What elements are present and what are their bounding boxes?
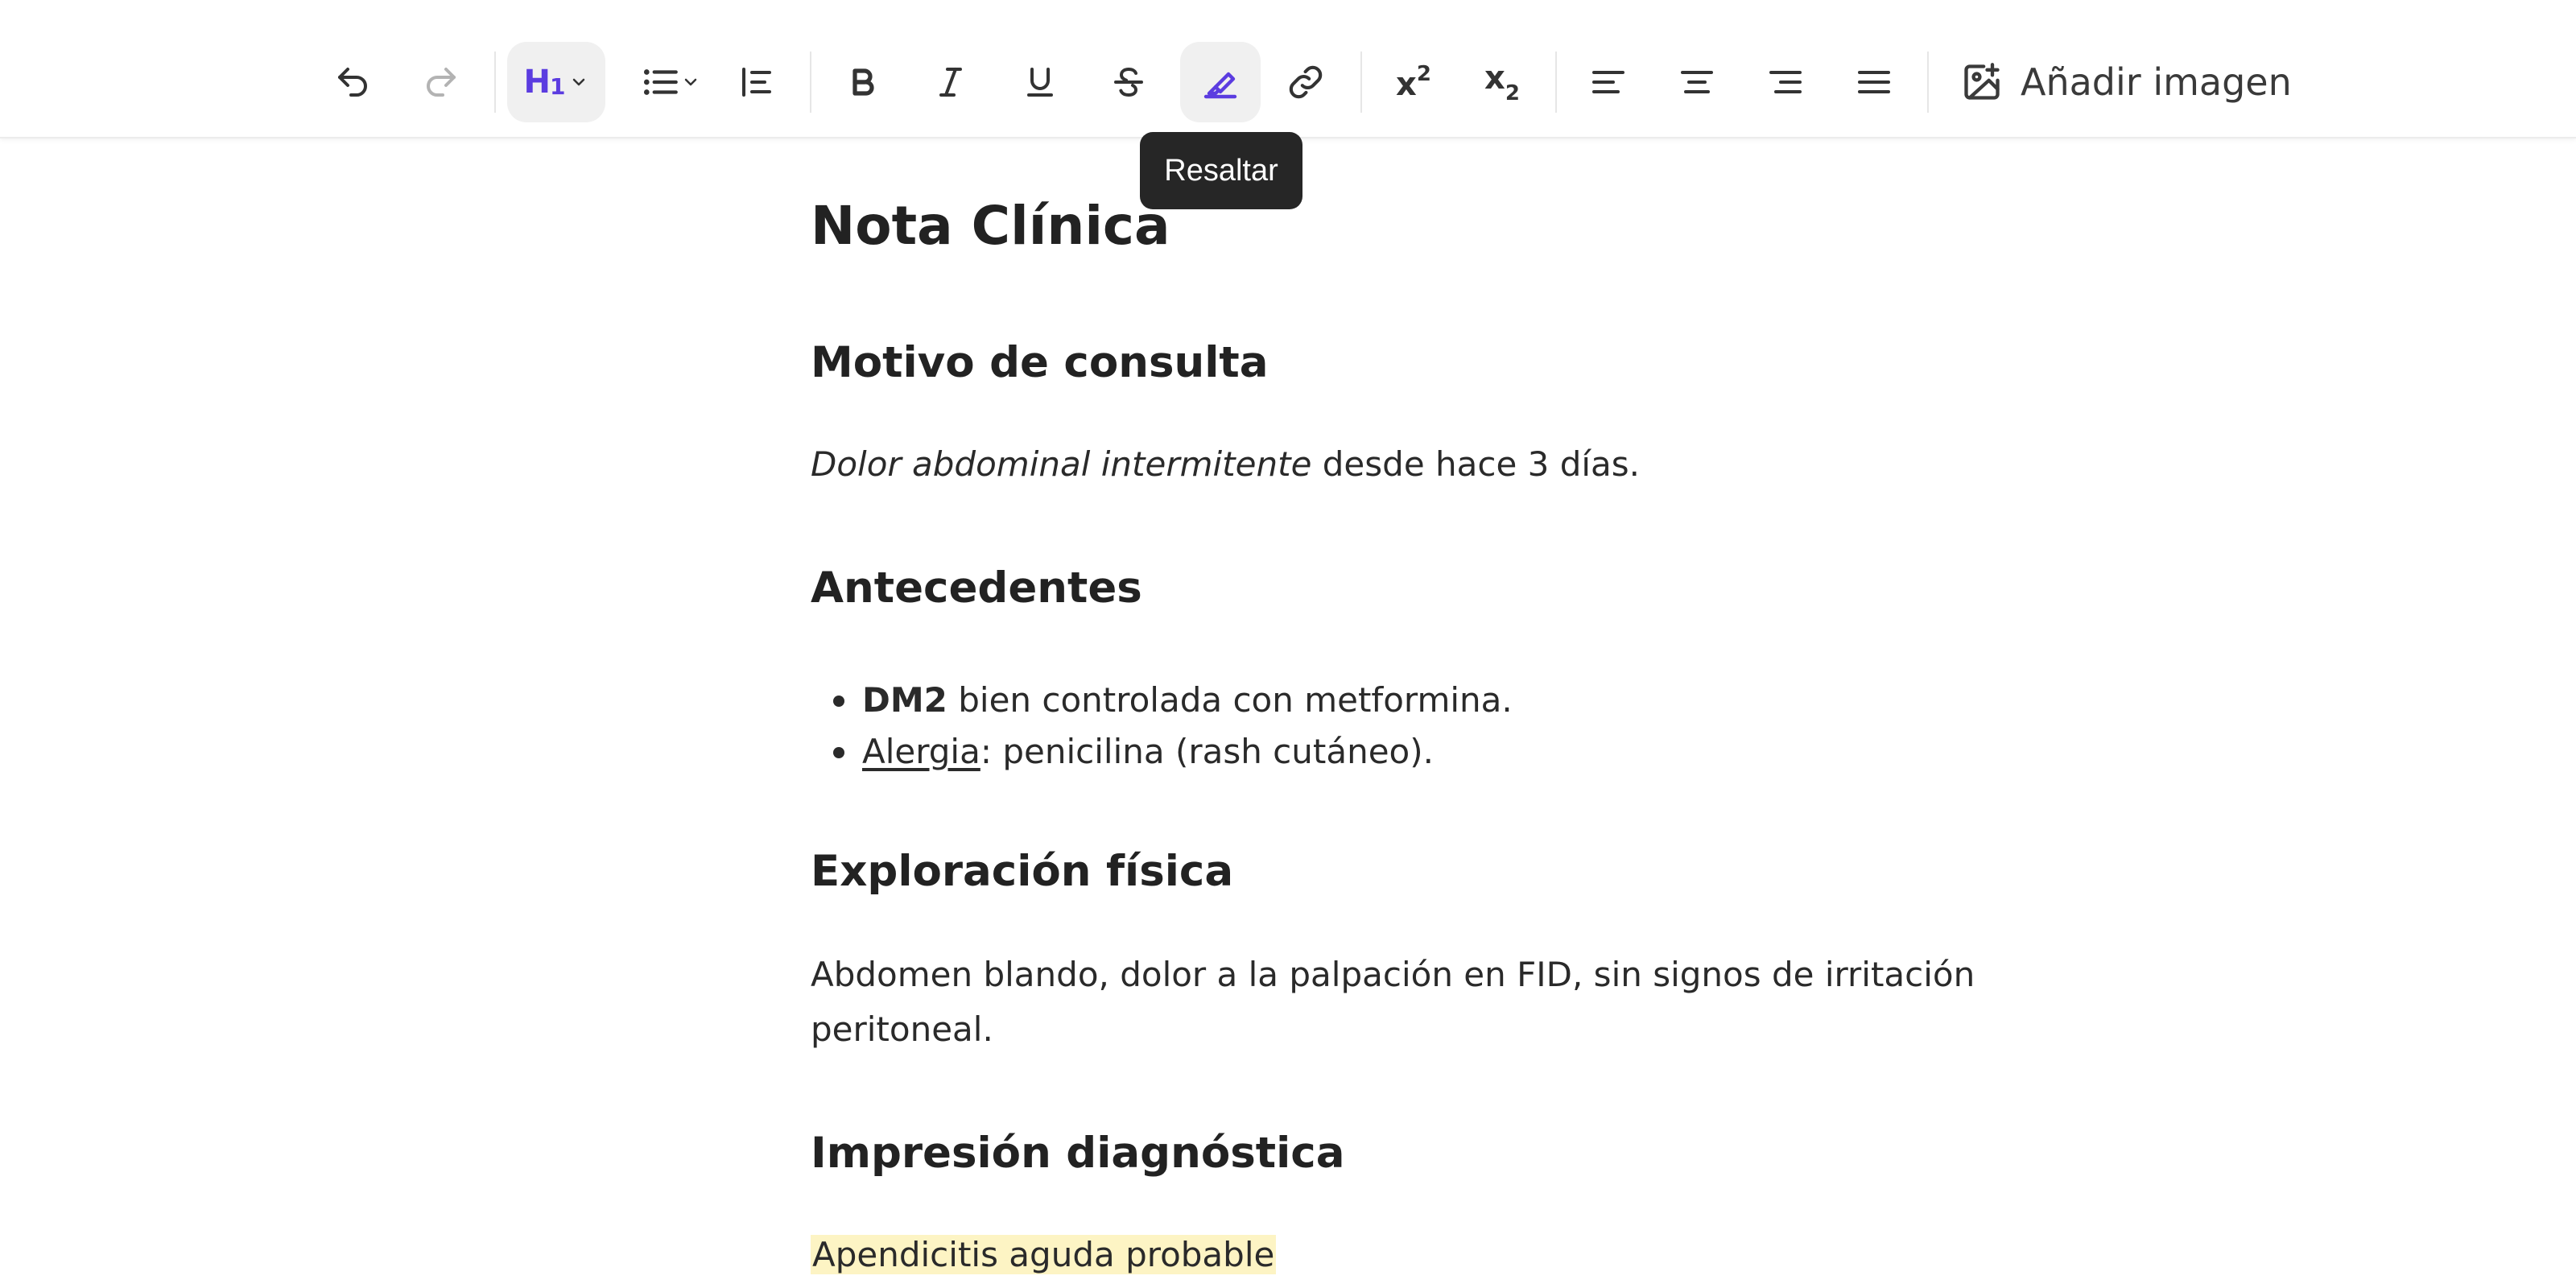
redo-button[interactable] [409,42,473,122]
highlighter-icon [1201,63,1240,101]
highlight-button[interactable] [1180,42,1261,122]
undo-button[interactable] [320,42,385,122]
align-justify-button[interactable] [1842,42,1906,122]
subscript-button[interactable]: x2 [1470,42,1534,122]
section-heading-exploracion: Exploración física [811,847,1234,896]
link-icon [1286,62,1326,102]
highlighted-text: Apendicitis aguda probable [811,1235,1277,1274]
toolbar-separator [1555,52,1557,113]
align-left-icon [1589,63,1628,101]
add-image-label: Añadir imagen [2021,60,2292,104]
bold-text: DM2 [862,680,947,720]
redo-icon [422,63,460,101]
image-plus-icon [1961,61,2003,103]
list-item: Alergia: penicilina (rash cutáneo). [811,726,1513,778]
section-heading-impresion: Impresión diagnóstica [811,1129,1345,1178]
section-heading-motivo: Motivo de consulta [811,338,1269,387]
bold-icon [844,63,882,101]
align-left-button[interactable] [1576,42,1641,122]
chevron-down-icon [681,72,700,92]
chevron-down-icon [569,72,588,92]
blockquote-icon [737,63,776,101]
align-justify-icon [1855,63,1893,101]
heading-level-label: H1 [523,64,566,101]
editor-toolbar: H1 x2 x2 Añadir imagen [0,0,2576,138]
antecedentes-list: DM2 bien controlada con metformina. Aler… [811,675,1513,778]
italic-icon [931,63,970,101]
blockquote-button[interactable] [724,42,789,122]
bold-button[interactable] [831,42,895,122]
underlined-text: Alergia [862,732,980,771]
link-button[interactable] [1274,42,1338,122]
subscript-icon: x2 [1484,59,1520,105]
heading-dropdown[interactable]: H1 [507,42,605,122]
align-right-button[interactable] [1753,42,1818,122]
align-right-icon [1766,63,1805,101]
strikethrough-button[interactable] [1096,42,1161,122]
align-center-button[interactable] [1665,42,1729,122]
italic-button[interactable] [919,42,983,122]
paragraph-motivo: Dolor abdominal intermitente desde hace … [811,444,1641,484]
document-title: Nota Clínica [811,195,1170,257]
add-image-button[interactable]: Añadir imagen [1948,42,2292,122]
paragraph-impresion: Apendicitis aguda probable [811,1235,1277,1274]
toolbar-separator [810,52,811,113]
section-heading-antecedentes: Antecedentes [811,564,1142,613]
superscript-icon: x2 [1396,61,1431,103]
toolbar-separator [1360,52,1362,113]
strikethrough-icon [1109,63,1148,101]
italic-text: Dolor abdominal intermitente [811,444,1312,484]
underline-icon [1021,63,1059,101]
toolbar-separator [1927,52,1929,113]
underline-button[interactable] [1008,42,1072,122]
paragraph-exploracion-line1: Abdomen blando, dolor a la palpación en … [811,955,1975,994]
list-item: DM2 bien controlada con metformina. [811,675,1513,726]
bullet-list-icon [641,62,681,102]
list-dropdown[interactable] [626,42,715,122]
superscript-button[interactable]: x2 [1381,42,1446,122]
align-center-icon [1678,63,1716,101]
toolbar-separator [494,52,496,113]
paragraph-exploracion-line2: peritoneal. [811,1009,993,1049]
undo-icon [333,63,372,101]
